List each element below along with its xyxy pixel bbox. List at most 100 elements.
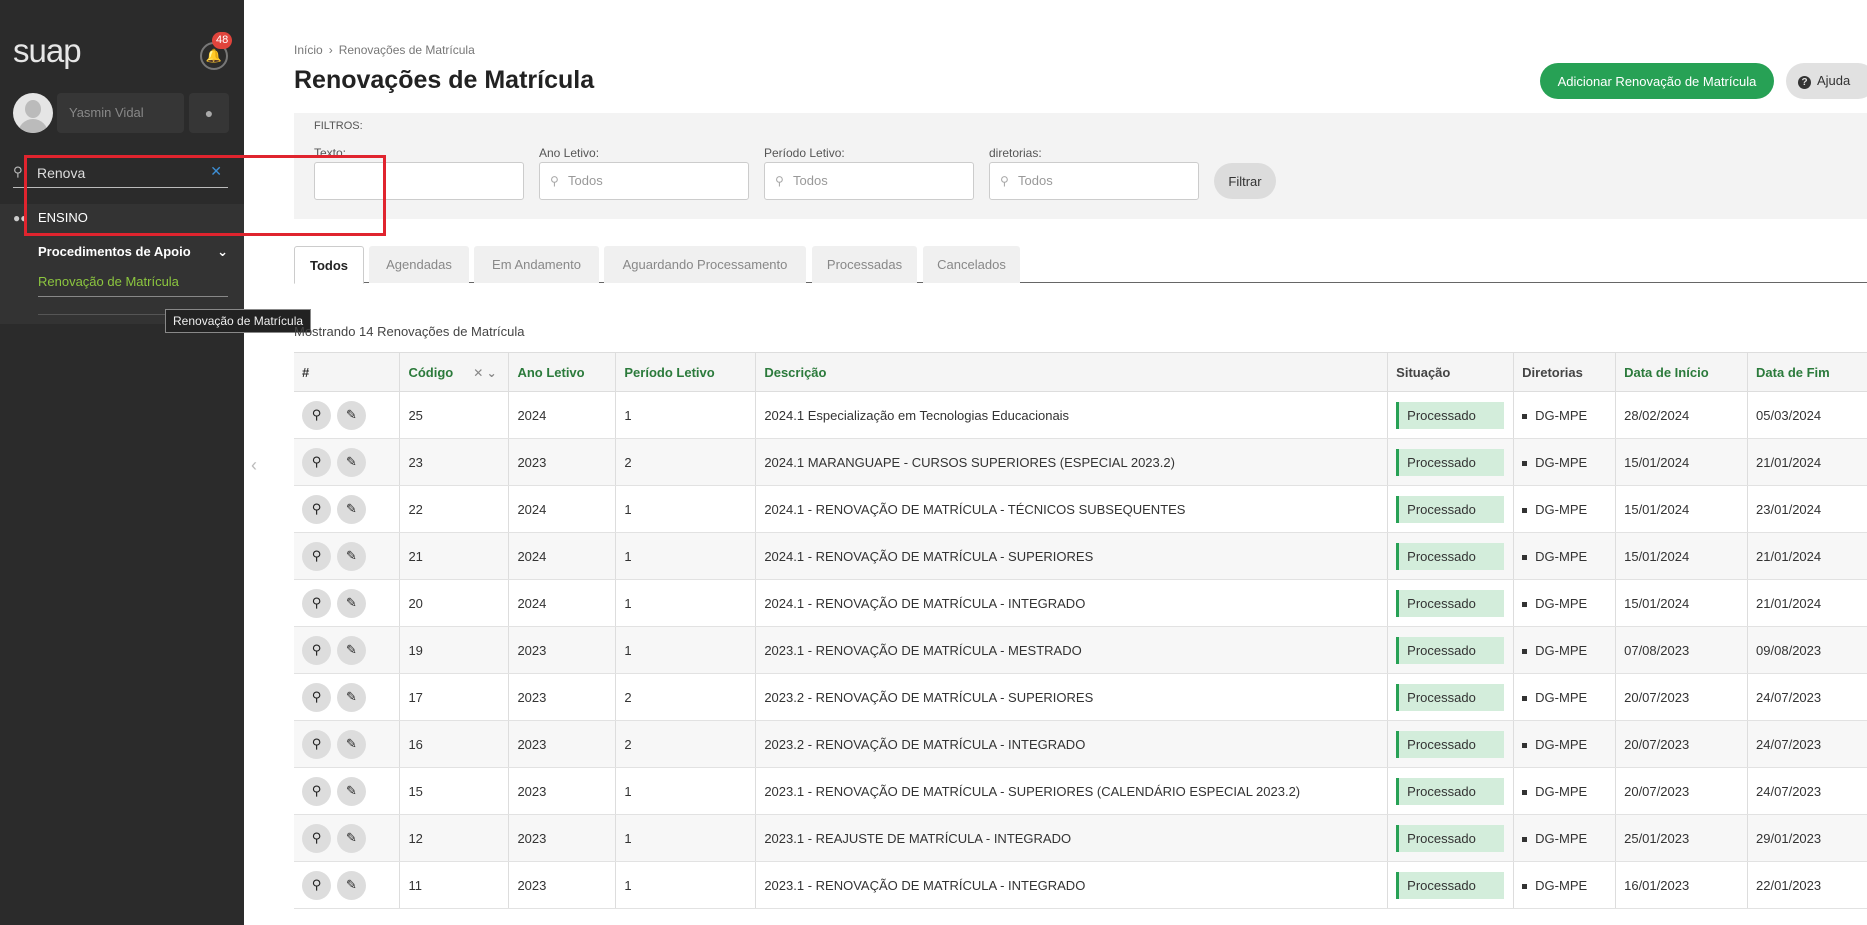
tab-em-andamento[interactable]: Em Andamento [474,246,599,283]
status-badge: Processado [1396,542,1505,570]
cell-periodo-letivo: 1 [615,861,757,909]
cell-diretorias: DG-MPE [1513,438,1617,486]
cell-descricao: 2023.1 - REAJUSTE DE MATRÍCULA - INTEGRA… [755,814,1389,862]
tab-cancelados[interactable]: Cancelados [923,246,1020,283]
menu-section-label: ENSINO [38,210,88,225]
cell-diretorias: DG-MPE [1513,767,1617,815]
cell-codigo: 21 [399,532,510,580]
view-icon[interactable]: ⚲ [302,494,331,524]
cell-data-inicio: 20/07/2023 [1615,720,1749,768]
edit-icon[interactable]: ✎ [337,494,366,524]
row-actions: ⚲ ✎ [294,391,401,439]
edit-icon[interactable]: ✎ [337,635,366,665]
chevron-left-icon[interactable]: ‹ [251,455,257,476]
search-icon: ⚲ [1000,174,1009,188]
view-icon[interactable]: ⚲ [302,400,331,430]
search-icon: ⚲ [13,164,23,179]
tab-processadas[interactable]: Processadas [812,246,917,283]
edit-icon[interactable]: ✎ [337,541,366,571]
cell-data-inicio: 15/01/2024 [1615,485,1749,533]
column-header[interactable]: Período Letivo [615,352,757,392]
column-header[interactable]: Descrição [755,352,1389,392]
column-header[interactable]: Data de Início [1615,352,1749,392]
cell-codigo: 16 [399,720,510,768]
cell-periodo-letivo: 1 [615,532,757,580]
periodo-letivo-select[interactable]: ⚲ Todos [764,162,974,200]
cell-situacao: Processado [1387,391,1515,439]
cell-codigo: 19 [399,626,510,674]
view-icon[interactable]: ⚲ [302,588,331,618]
cell-ano-letivo: 2024 [508,532,617,580]
bullet-icon [1522,460,1528,466]
cell-situacao: Processado [1387,861,1515,909]
view-icon[interactable]: ⚲ [302,682,331,712]
diretoria-value: DG-MPE [1535,689,1588,705]
edit-icon[interactable]: ✎ [337,447,366,477]
column-header-codigo[interactable]: Código ✕ ⌄ [399,352,510,392]
status-badge: Processado [1396,683,1505,711]
row-actions: ⚲ ✎ [294,579,401,627]
edit-icon[interactable]: ✎ [337,682,366,712]
row-actions: ⚲ ✎ [294,485,401,533]
view-icon[interactable]: ⚲ [302,870,331,900]
cell-ano-letivo: 2023 [508,438,617,486]
status-badge: Processado [1396,495,1505,523]
cell-data-fim: 24/07/2023 [1747,767,1867,815]
view-icon[interactable]: ⚲ [302,635,331,665]
filter-button[interactable]: Filtrar [1214,163,1276,199]
cell-periodo-letivo: 1 [615,579,757,627]
edit-icon[interactable]: ✎ [337,729,366,759]
table-row: ⚲ ✎ 20 2024 1 2024.1 - RENOVAÇÃO DE MATRÍCULA… [294,579,1867,627]
cell-periodo-letivo: 1 [615,767,757,815]
menu-item-renovacao-de-matricula[interactable]: Renovação de Matrícula [38,274,228,297]
bullet-icon [1522,789,1528,795]
cell-diretorias: DG-MPE [1513,720,1617,768]
diretorias-label: diretorias: [989,146,1042,160]
texto-input[interactable] [314,162,524,200]
bullet-icon [1522,883,1528,889]
tab-aguardando-processamento[interactable]: Aguardando Processamento [604,246,806,283]
avatar[interactable] [13,93,53,133]
table-row: ⚲ ✎ 17 2023 2 2023.2 - RENOVAÇÃO DE MATRÍCULA… [294,673,1867,721]
cell-data-inicio: 16/01/2023 [1615,861,1749,909]
bullet-icon [1522,507,1528,513]
results-table: # Código ✕ ⌄ Ano Letivo Período Letivo De… [294,352,1867,925]
user-name[interactable]: Yasmin Vidal [57,93,184,133]
menu-search-input[interactable] [37,162,197,184]
column-header[interactable]: Ano Letivo [508,352,617,392]
cell-data-fim: 29/01/2023 [1747,814,1867,862]
sort-icon[interactable]: ✕ ⌄ [473,366,496,380]
menu-section-ensino[interactable]: ●● ENSINO [13,210,88,225]
edit-icon[interactable]: ✎ [337,823,366,853]
clear-search-icon[interactable]: ✕ [210,163,222,180]
menu-item-procedimentos-de-apoio[interactable]: Procedimentos de Apoio ⌄ [38,244,228,260]
cell-descricao: 2023.1 - RENOVAÇÃO DE MATRÍCULA - INTEGR… [755,861,1389,909]
breadcrumb-home[interactable]: Início [294,43,323,57]
edit-icon[interactable]: ✎ [337,870,366,900]
cell-codigo: 17 [399,673,510,721]
cell-codigo: 12 [399,814,510,862]
ano-letivo-select[interactable]: ⚲ Todos [539,162,749,200]
cell-codigo: 22 [399,485,510,533]
view-icon[interactable]: ⚲ [302,823,331,853]
help-button[interactable]: ? Ajuda [1786,63,1867,99]
view-icon[interactable]: ⚲ [302,447,331,477]
users-icon: ●● [13,210,28,225]
tab-todos[interactable]: Todos [294,246,364,284]
user-icon[interactable]: ● [189,93,229,133]
status-badge: Processado [1396,824,1505,852]
texto-label: Texto: [314,146,347,160]
diretorias-select[interactable]: ⚲ Todos [989,162,1199,200]
edit-icon[interactable]: ✎ [337,588,366,618]
add-renovacao-button[interactable]: Adicionar Renovação de Matrícula [1540,63,1774,99]
cell-descricao: 2023.1 - RENOVAÇÃO DE MATRÍCULA - MESTRA… [755,626,1389,674]
suap-logo[interactable]: suap [13,32,82,70]
edit-icon[interactable]: ✎ [337,400,366,430]
view-icon[interactable]: ⚲ [302,729,331,759]
view-icon[interactable]: ⚲ [302,776,331,806]
edit-icon[interactable]: ✎ [337,776,366,806]
tab-agendadas[interactable]: Agendadas [369,246,469,283]
status-badge: Processado [1396,448,1505,476]
column-header[interactable]: Data de Fim [1747,352,1867,392]
view-icon[interactable]: ⚲ [302,541,331,571]
